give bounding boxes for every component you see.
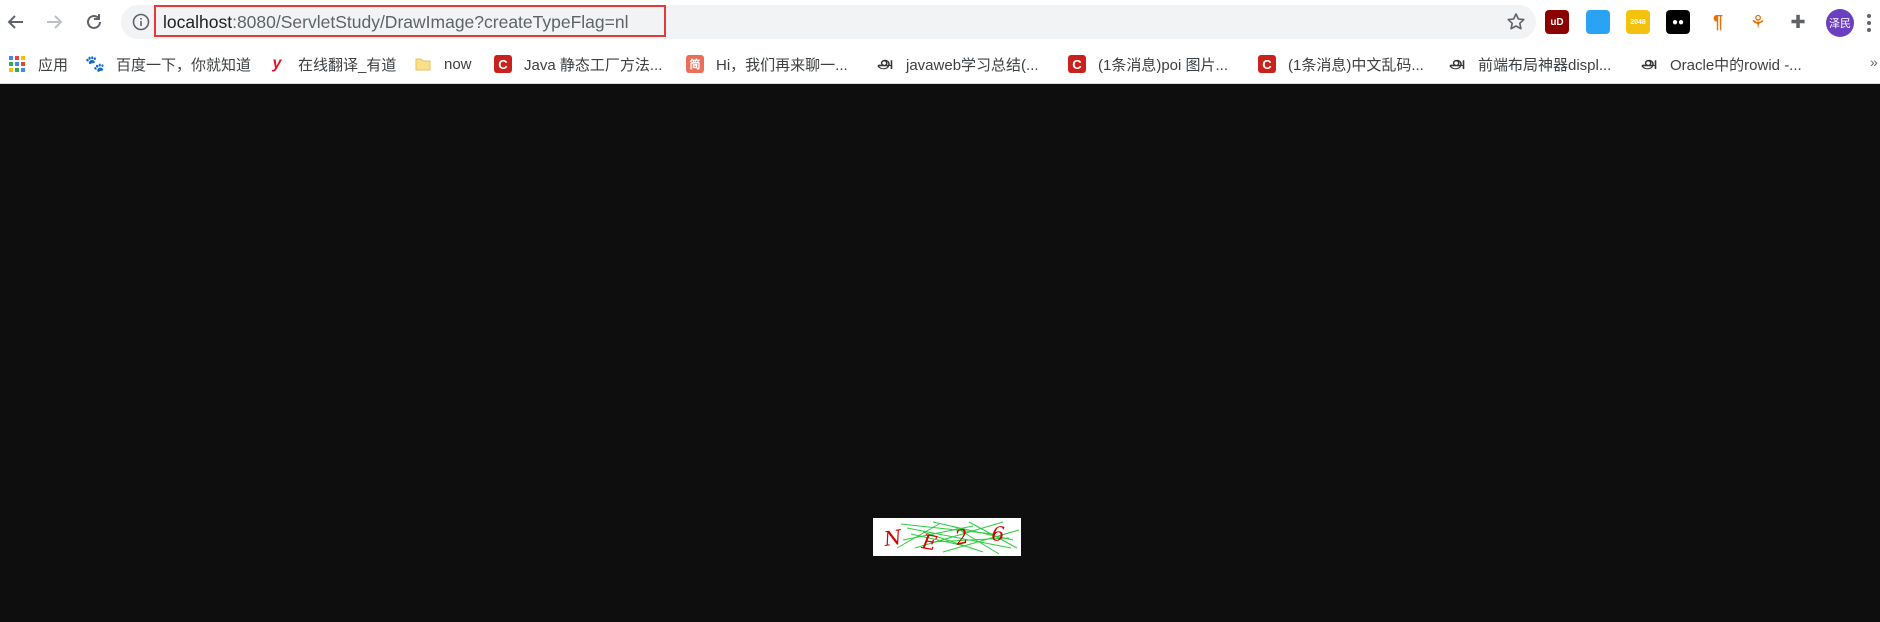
folder-icon bbox=[415, 58, 431, 71]
csdn-icon: C bbox=[1068, 55, 1086, 73]
bookmark-star-icon[interactable] bbox=[1506, 12, 1526, 32]
jianshu-icon: 简 bbox=[686, 55, 704, 73]
cnblogs-icon: ௮ bbox=[877, 55, 893, 72]
share-extension-icon[interactable]: ⚘ bbox=[1746, 10, 1770, 34]
bookmark-label: Java 静态工厂方法... bbox=[524, 56, 663, 74]
2048-icon[interactable]: 2048 bbox=[1626, 10, 1650, 34]
baidu-paw-icon: 🐾 bbox=[85, 56, 105, 73]
profile-avatar[interactable]: 泽民 bbox=[1826, 9, 1854, 37]
menu-kebab-icon[interactable] bbox=[1866, 13, 1872, 33]
bookmark-label: 前端布局神器displ... bbox=[1478, 56, 1612, 74]
captcha-image: NE26 bbox=[873, 518, 1021, 556]
bookmark-javaweb[interactable]: ௮ javaweb学习总结(... bbox=[876, 44, 1039, 84]
csdn-icon: C bbox=[494, 55, 512, 73]
bookmarks-bar: 应用 🐾 百度一下，你就知道 y 在线翻译_有道 now C Java 静态工厂… bbox=[0, 44, 1880, 84]
ublock-icon[interactable]: uD bbox=[1545, 10, 1569, 34]
forward-button[interactable] bbox=[38, 6, 70, 38]
bookmark-baidu[interactable]: 🐾 百度一下，你就知道 bbox=[85, 44, 252, 84]
bookmark-label: Hi，我们再来聊一... bbox=[716, 56, 848, 74]
bookmark-label: 百度一下，你就知道 bbox=[116, 56, 252, 74]
cnblogs-icon: ௮ bbox=[1641, 55, 1657, 72]
youdao-icon: y bbox=[272, 55, 282, 72]
bookmark-label: (1条消息)poi 图片... bbox=[1098, 56, 1229, 74]
bookmark-apps[interactable]: 应用 bbox=[8, 44, 68, 84]
apps-grid-icon bbox=[9, 56, 25, 72]
back-arrow-icon bbox=[7, 15, 23, 29]
address-bar[interactable]: localhost:8080/ServletStudy/DrawImage?cr… bbox=[121, 5, 1536, 39]
site-info-icon[interactable] bbox=[132, 13, 150, 31]
glasses-extension-icon[interactable]: ●● bbox=[1666, 10, 1690, 34]
reload-button[interactable] bbox=[78, 6, 110, 38]
pilcrow-extension-icon[interactable]: ¶ bbox=[1706, 10, 1730, 34]
csdn-icon: C bbox=[1258, 55, 1276, 73]
bookmark-poi[interactable]: C (1条消息)poi 图片... bbox=[1068, 44, 1228, 84]
bookmark-java-factory[interactable]: C Java 静态工厂方法... bbox=[494, 44, 662, 84]
bookmark-chinese-garbled[interactable]: C (1条消息)中文乱码... bbox=[1258, 44, 1424, 84]
bookmark-label: Oracle中的rowid -... bbox=[1670, 56, 1802, 74]
more-bookmarks-icon[interactable]: » bbox=[1870, 54, 1878, 70]
back-button[interactable] bbox=[0, 6, 32, 38]
bookmark-label: (1条消息)中文乱码... bbox=[1288, 56, 1424, 74]
bookmark-youdao[interactable]: y 在线翻译_有道 bbox=[268, 44, 397, 84]
bookmark-label: 应用 bbox=[38, 56, 69, 74]
flower-extension-icon[interactable] bbox=[1586, 10, 1610, 34]
bookmark-jianshu[interactable]: 简 Hi，我们再来聊一... bbox=[686, 44, 848, 84]
url-highlight-box bbox=[154, 5, 666, 37]
browser-toolbar: localhost:8080/ServletStudy/DrawImage?cr… bbox=[0, 0, 1880, 44]
bookmark-folder-now[interactable]: now bbox=[414, 44, 472, 84]
bookmark-label: 在线翻译_有道 bbox=[298, 56, 397, 74]
puzzle-icon[interactable]: ✚ bbox=[1786, 10, 1810, 34]
cnblogs-icon: ௮ bbox=[1449, 55, 1465, 72]
bookmark-oracle-rowid[interactable]: ௮ Oracle中的rowid -... bbox=[1640, 44, 1802, 84]
bookmark-frontend-layout[interactable]: ௮ 前端布局神器displ... bbox=[1448, 44, 1611, 84]
reload-icon bbox=[87, 14, 101, 29]
bookmark-label: javaweb学习总结(... bbox=[906, 56, 1039, 74]
forward-arrow-icon bbox=[47, 15, 63, 29]
bookmark-label: now bbox=[444, 55, 472, 73]
